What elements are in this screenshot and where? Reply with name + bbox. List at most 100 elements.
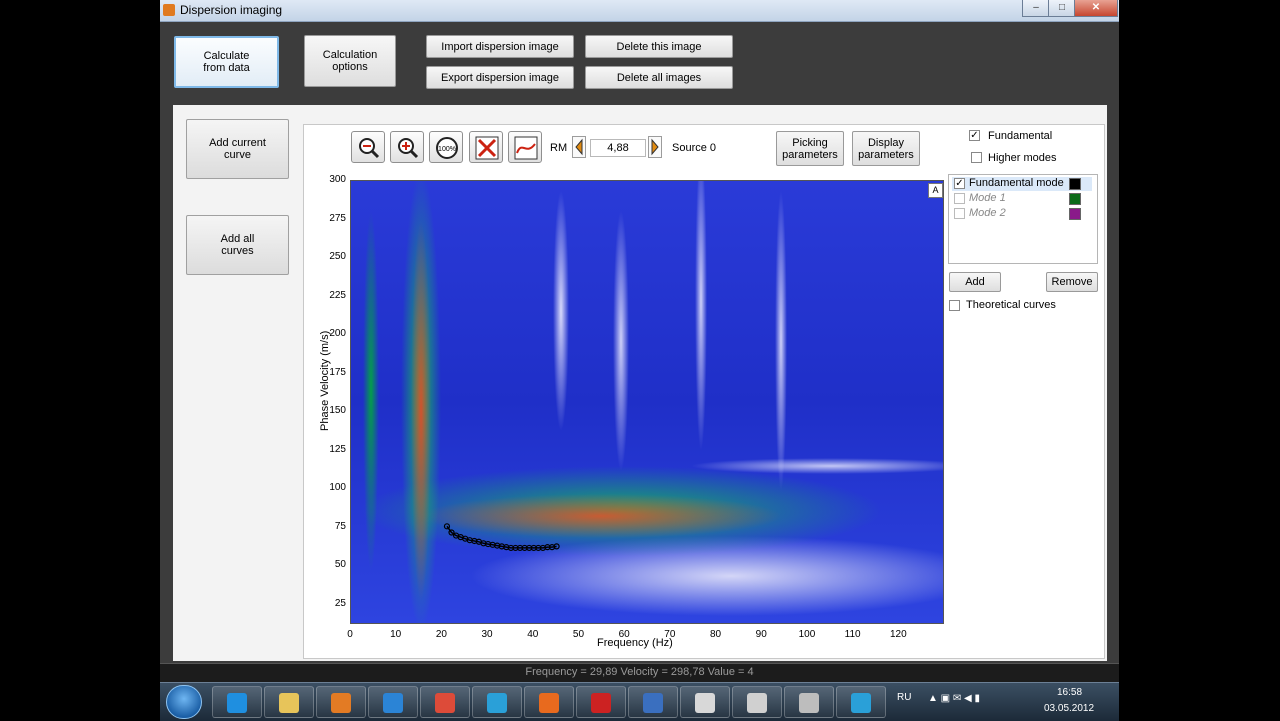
x-axis-title: Frequency (Hz) — [597, 637, 673, 649]
y-tick-label: 275 — [329, 212, 346, 224]
app-icon — [383, 693, 403, 713]
zoom-100-icon: 100% — [436, 137, 458, 159]
start-button[interactable] — [166, 685, 202, 719]
status-bar: Frequency = 29,89 Velocity = 298,78 Valu… — [160, 663, 1119, 682]
mode-row-1[interactable]: Mode 1 — [952, 192, 1092, 206]
mode-checkbox[interactable]: ✓ — [954, 178, 965, 189]
mode-name: Mode 2 — [969, 207, 1006, 219]
picked-point[interactable] — [443, 523, 451, 530]
mode-checkbox[interactable] — [954, 193, 965, 204]
mode-list[interactable]: ✓ Fundamental mode Mode 1 Mode 2 — [948, 174, 1098, 264]
theoretical-curves-label: Theoretical curves — [966, 299, 1056, 311]
taskbar-app-button[interactable] — [680, 686, 730, 718]
mode-name: Fundamental mode — [969, 177, 1064, 189]
x-tick-label: 120 — [889, 629, 907, 640]
taskbar-app-button[interactable] — [420, 686, 470, 718]
work-area: Add current curve Add all curves 100% RM — [173, 105, 1107, 661]
import-dispersion-image-button[interactable]: Import dispersion image — [426, 35, 574, 58]
taskbar-app-button[interactable] — [576, 686, 626, 718]
taskbar: RU ▲ ▣ ✉ ◀ ▮ 16:58 03.05.2012 — [160, 682, 1119, 721]
fundamental-checkbox[interactable]: ✓ — [969, 130, 980, 141]
clear-picks-button[interactable] — [469, 131, 503, 163]
pick-curve-button[interactable] — [508, 131, 542, 163]
y-tick-label: 200 — [329, 328, 346, 340]
delete-x-icon — [475, 136, 499, 160]
theoretical-curves-checkbox[interactable] — [949, 300, 960, 311]
mode-name: Mode 1 — [969, 192, 1006, 204]
y-tick-label: 225 — [329, 289, 346, 301]
x-tick-label: 10 — [390, 629, 402, 640]
export-dispersion-image-button[interactable]: Export dispersion image — [426, 66, 574, 89]
dispersion-image[interactable]: A — [350, 180, 944, 624]
x-tick-label: 80 — [709, 629, 722, 640]
taskbar-app-button[interactable] — [264, 686, 314, 718]
app-icon — [331, 693, 351, 713]
calculation-options-button[interactable]: Calculation options — [304, 35, 396, 87]
app-icon — [695, 693, 715, 713]
x-tick-label: 110 — [844, 629, 861, 640]
picked-curve — [443, 523, 560, 552]
taskbar-app-button[interactable] — [472, 686, 522, 718]
minimize-button[interactable]: – — [1022, 0, 1050, 17]
taskbar-app-button[interactable] — [732, 686, 782, 718]
curve-pick-icon — [514, 136, 538, 160]
app-icon — [279, 693, 299, 713]
app-icon — [643, 693, 663, 713]
taskbar-app-button[interactable] — [524, 686, 574, 718]
zoom-in-icon — [398, 138, 419, 159]
rm-decrease-button[interactable] — [572, 136, 586, 158]
y-tick-label: 75 — [334, 520, 346, 532]
title-bar[interactable]: Dispersion imaging – □ ✕ — [160, 0, 1119, 22]
app-icon — [747, 693, 767, 713]
tray-icons[interactable]: ▲ ▣ ✉ ◀ ▮ — [928, 693, 980, 704]
picking-parameters-button[interactable]: Picking parameters — [776, 131, 844, 166]
taskbar-app-button[interactable] — [212, 686, 262, 718]
y-tick-label: 25 — [334, 597, 346, 609]
language-indicator[interactable]: RU — [897, 692, 911, 703]
mode-color-swatch[interactable] — [1069, 178, 1081, 190]
taskbar-app-button[interactable] — [316, 686, 366, 718]
close-button[interactable]: ✕ — [1074, 0, 1118, 17]
clock-time[interactable]: 16:58 — [1057, 687, 1082, 698]
add-current-curve-button[interactable]: Add current curve — [186, 119, 289, 179]
taskbar-app-button[interactable] — [836, 686, 886, 718]
display-parameters-button[interactable]: Display parameters — [852, 131, 920, 166]
taskbar-app-button[interactable] — [628, 686, 678, 718]
x-tick-label: 20 — [435, 629, 447, 640]
calculate-from-data-button[interactable]: Calculate from data — [174, 36, 279, 88]
maximize-button[interactable]: □ — [1048, 0, 1076, 17]
arrow-right-icon — [651, 138, 659, 156]
rm-value-field[interactable]: 4,88 — [590, 139, 646, 157]
x-tick-label: 0 — [347, 629, 353, 640]
delete-this-image-button[interactable]: Delete this image — [585, 35, 733, 58]
zoom-in-button[interactable] — [390, 131, 424, 163]
delete-all-images-button[interactable]: Delete all images — [585, 66, 733, 89]
y-tick-label: 50 — [334, 559, 346, 571]
taskbar-app-button[interactable] — [368, 686, 418, 718]
zoom-reset-button[interactable]: 100% — [429, 131, 463, 163]
higher-modes-checkbox[interactable] — [971, 152, 982, 163]
y-tick-label: 150 — [329, 405, 346, 417]
mode-checkbox[interactable] — [954, 208, 965, 219]
higher-modes-label: Higher modes — [988, 152, 1057, 164]
status-readout: Frequency = 29,89 Velocity = 298,78 Valu… — [525, 666, 754, 678]
x-tick-label: 50 — [572, 629, 585, 640]
left-letterbox — [0, 0, 160, 682]
mode-color-swatch[interactable] — [1069, 208, 1081, 220]
mode-color-swatch[interactable] — [1069, 193, 1081, 205]
add-all-curves-button[interactable]: Add all curves — [186, 215, 289, 275]
clock-date[interactable]: 03.05.2012 — [1044, 703, 1094, 714]
add-mode-button[interactable]: Add — [949, 272, 1001, 292]
arrow-left-icon — [575, 138, 583, 156]
app-icon — [851, 693, 871, 713]
mode-row-fundamental[interactable]: ✓ Fundamental mode — [952, 177, 1092, 191]
remove-mode-button[interactable]: Remove — [1046, 272, 1098, 292]
zoom-out-button[interactable] — [351, 131, 385, 163]
x-tick-label: 100 — [798, 629, 816, 640]
window-title: Dispersion imaging — [180, 3, 283, 17]
mode-row-2[interactable]: Mode 2 — [952, 207, 1092, 221]
app-window: Dispersion imaging – □ ✕ Calculate from … — [160, 0, 1119, 682]
taskbar-app-button[interactable] — [784, 686, 834, 718]
rm-increase-button[interactable] — [648, 136, 662, 158]
zoom-out-icon — [359, 138, 380, 159]
